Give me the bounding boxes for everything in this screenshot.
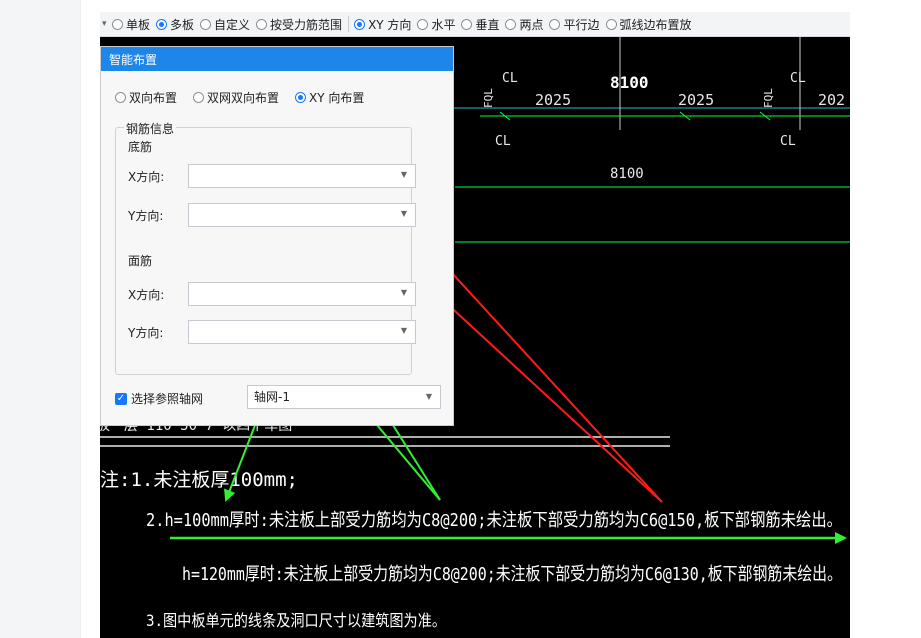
svg-text:FQL: FQL: [762, 88, 775, 108]
cad-note-2: 2.h=100mm厚时:未注板上部受力筋均为C8@200;未注板下部受力筋均为C…: [146, 510, 842, 531]
bottom-y-label: Y方向:: [128, 209, 164, 223]
chevron-down-icon[interactable]: ▾: [102, 19, 112, 29]
cad-dim-8100: 8100: [610, 166, 644, 182]
radio-icon: [200, 18, 212, 30]
option-multi-slab[interactable]: 多板: [156, 16, 194, 33]
option-horizontal[interactable]: 水平: [417, 16, 455, 33]
svg-text:CL: CL: [790, 71, 806, 86]
option-vertical[interactable]: 垂直: [461, 16, 499, 33]
group-label: 钢筋信息: [124, 120, 177, 137]
layout-mode-options: 双向布置 双网双向布置 XY 向布置: [115, 89, 380, 106]
chevron-down-icon: ▼: [400, 170, 407, 179]
rebar-info-group: 钢筋信息 底筋 X方向: ▼ Y方向: ▼ 面筋 X方向: ▼ Y方向: ▼: [115, 120, 416, 375]
bottom-rebar-label: 底筋: [128, 140, 153, 154]
radio-icon: [549, 18, 561, 30]
radio-icon: [505, 18, 517, 30]
svg-text:FQL: FQL: [482, 88, 495, 108]
ref-axis-label: 选择参照轴网: [131, 392, 204, 406]
cad-note-1: 注:1.未注板厚100mm;: [100, 469, 298, 491]
ref-axis-value: 轴网-1: [254, 390, 290, 404]
dialog-title: 智能布置: [101, 47, 453, 71]
bottom-x-label: X方向:: [128, 170, 165, 184]
top-x-label: X方向:: [128, 288, 165, 302]
option-arc-edge[interactable]: 弧线边布置放: [605, 16, 692, 33]
radio-icon: [605, 18, 617, 30]
radio-icon: [115, 92, 126, 103]
option-two-points[interactable]: 两点: [505, 16, 543, 33]
chevron-down-icon: ▼: [400, 288, 407, 297]
mode-xy[interactable]: XY 向布置: [295, 89, 364, 106]
cad-dim-2025: 2025: [535, 91, 571, 109]
ref-axis-select[interactable]: 轴网-1 ▼: [247, 385, 441, 409]
radio-icon: [417, 18, 429, 30]
radio-icon: [461, 18, 473, 30]
radio-icon: [193, 92, 205, 103]
option-single-slab[interactable]: 单板: [112, 16, 150, 33]
option-xy-direction[interactable]: XY 方向: [354, 16, 411, 33]
top-x-select[interactable]: ▼: [188, 282, 416, 306]
mode-double-net-two-way[interactable]: 双网双向布置: [193, 89, 279, 106]
radio-icon: [112, 18, 123, 30]
layout-mode-toolbar: ▾ 单板 多板 自定义 按受力筋范围 XY 方向 水平 垂直 两点 平行边 弧线…: [100, 12, 850, 37]
cad-cl-label: CL: [502, 71, 518, 86]
option-parallel-edge[interactable]: 平行边: [549, 16, 600, 33]
cad-note-4: 3.图中板单元的线条及洞口尺寸以建筑图为准。: [146, 611, 446, 630]
chevron-down-icon: ▼: [400, 326, 407, 335]
radio-icon: [156, 18, 168, 30]
chevron-down-icon: ▼: [425, 392, 432, 401]
top-y-label: Y方向:: [128, 326, 164, 340]
cad-note-3: h=120mm厚时:未注板上部受力筋均为C8@200;未注板下部受力筋均为C6@…: [182, 564, 842, 585]
toolbar-divider: [348, 16, 350, 32]
svg-text:CL: CL: [495, 134, 511, 149]
svg-text:2025: 2025: [678, 91, 714, 109]
top-y-select[interactable]: ▼: [188, 320, 416, 344]
radio-icon: [295, 92, 307, 103]
smart-layout-dialog: 智能布置 双向布置 双网双向布置 XY 向布置 钢筋信息 底筋 X方向: ▼ Y…: [100, 46, 454, 426]
ref-axis-checkbox-row[interactable]: ✓ 选择参照轴网: [115, 390, 203, 407]
left-panel: [0, 0, 81, 638]
checkbox-checked-icon[interactable]: ✓: [115, 392, 127, 405]
radio-icon: [256, 18, 268, 30]
option-custom[interactable]: 自定义: [200, 16, 250, 33]
svg-text:202: 202: [818, 91, 845, 109]
svg-text:CL: CL: [780, 134, 796, 149]
radio-icon: [354, 18, 366, 30]
chevron-down-icon: ▼: [400, 209, 407, 218]
bottom-y-select[interactable]: ▼: [188, 203, 416, 227]
bottom-x-select[interactable]: ▼: [188, 164, 416, 188]
top-rebar-label: 面筋: [128, 254, 153, 268]
mode-two-way[interactable]: 双向布置: [115, 89, 177, 106]
option-by-rebar-range[interactable]: 按受力筋范围: [256, 16, 342, 33]
cad-dim-8100-top: 8100: [610, 73, 649, 92]
